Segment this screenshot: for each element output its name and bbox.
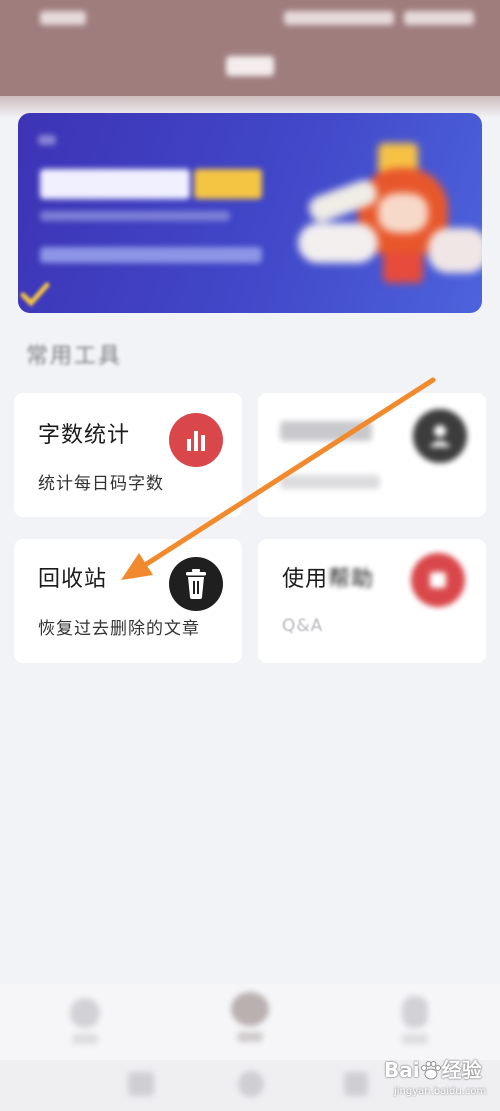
apps-icon <box>231 992 269 1026</box>
menu-icon[interactable] <box>128 1072 154 1096</box>
tab-label <box>72 1034 98 1044</box>
watermark-url: jingyan.baidu.com <box>394 1086 487 1097</box>
watermark-brand: Bai 经验 <box>384 1054 482 1083</box>
watermark-brand-right: 经验 <box>441 1058 482 1082</box>
baidu-jingyan-watermark: Bai 经验 jingyan.baidu.com <box>384 1052 494 1106</box>
home-button-icon[interactable] <box>238 1071 264 1097</box>
home-icon <box>70 998 100 1028</box>
tab-apps[interactable] <box>215 986 285 1056</box>
profile-icon <box>402 996 428 1028</box>
tab-home[interactable] <box>50 990 120 1060</box>
annotation-arrow <box>121 377 436 580</box>
tab-profile[interactable] <box>380 990 450 1060</box>
paw-icon <box>420 1060 442 1080</box>
bottom-tab-bar <box>0 984 500 1060</box>
tab-label <box>237 1032 263 1042</box>
tab-label <box>402 1034 428 1044</box>
app-screen: 常用工具 字数统计 统计每日码字数 回收站 恢复过去删除的文章 使用帮助 Q&A… <box>0 0 500 1111</box>
watermark-brand-left: Bai <box>384 1058 420 1082</box>
back-icon[interactable] <box>344 1072 368 1096</box>
